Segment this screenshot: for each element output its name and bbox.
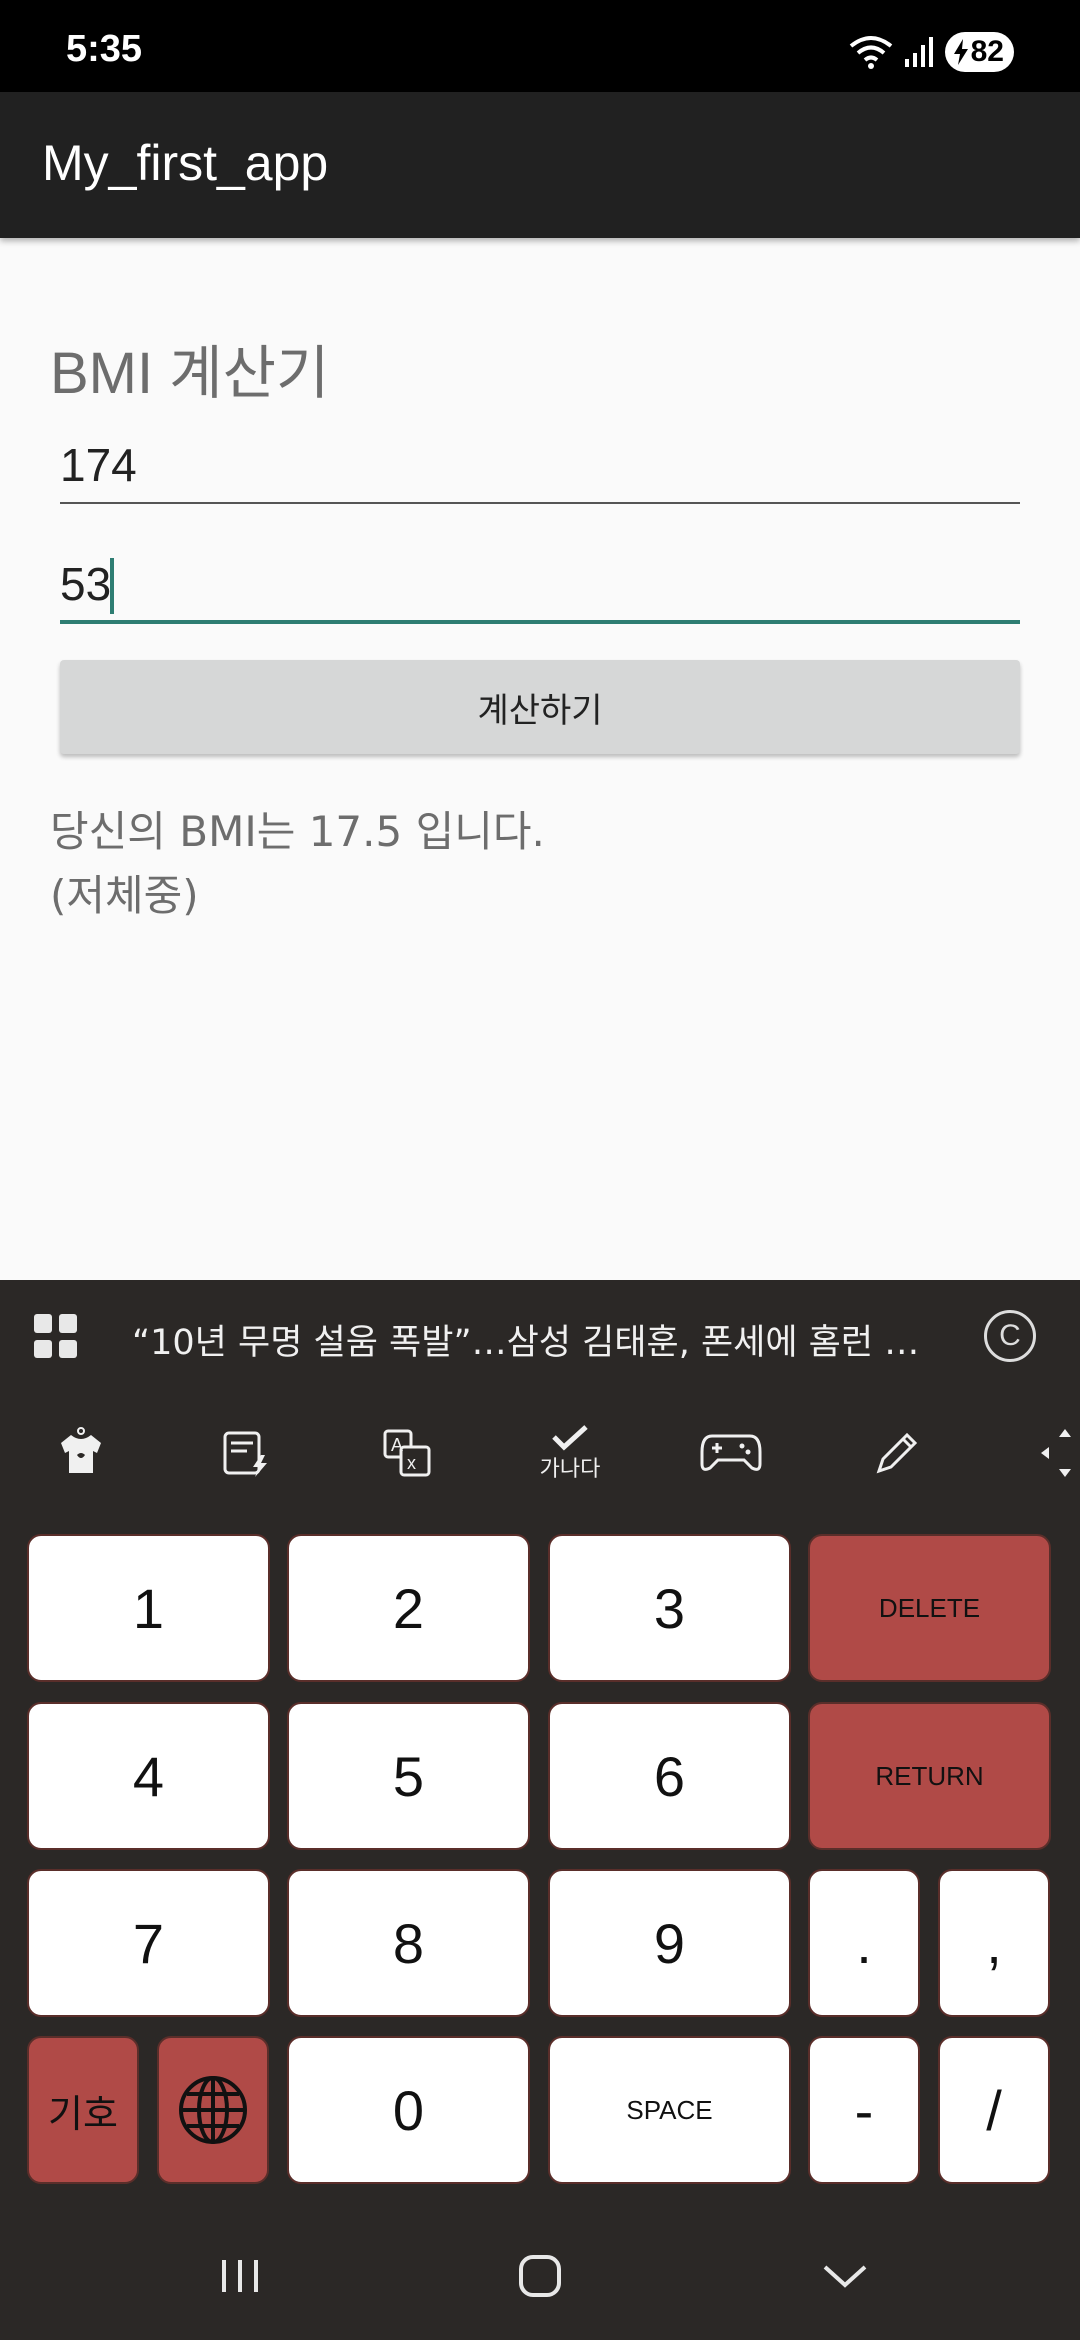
page-title: BMI 계산기 [50, 341, 330, 406]
key-3[interactable]: 3 [548, 1534, 791, 1682]
handwriting-pen-icon[interactable] [862, 1418, 932, 1488]
key-9[interactable]: 9 [548, 1869, 791, 2017]
delete-key[interactable]: DELETE [808, 1534, 1051, 1682]
recent-apps-button[interactable] [210, 2246, 270, 2306]
key-0[interactable]: 0 [287, 2036, 530, 2184]
spellcheck-icon[interactable]: 가나다 [532, 1418, 608, 1488]
status-bar: 5:35 82 [0, 0, 1080, 92]
key-8[interactable]: 8 [287, 1869, 530, 2017]
theme-shirt-icon[interactable] [46, 1418, 116, 1488]
text-cursor [110, 558, 114, 614]
battery-level: 82 [970, 35, 1004, 68]
slash-key[interactable]: / [938, 2036, 1050, 2184]
status-icons: 82 [849, 30, 1014, 74]
translate-icon[interactable]: Ax [372, 1418, 442, 1488]
charging-icon [953, 39, 968, 65]
keyboard-toolbar: Ax 가나다 [0, 1394, 1080, 1524]
comma-key[interactable]: , [938, 1869, 1050, 2017]
navigation-bar [0, 2216, 1080, 2340]
bmi-result: 당신의 BMI는 17.5 입니다. (저체중) [50, 800, 545, 928]
calculate-button[interactable]: 계산하기 [60, 660, 1020, 754]
language-key[interactable] [157, 2036, 269, 2184]
home-button[interactable] [510, 2246, 570, 2306]
chevron-down-icon [823, 2265, 867, 2288]
battery-indicator: 82 [944, 32, 1014, 72]
key-6[interactable]: 6 [548, 1702, 791, 1850]
globe-icon [179, 2076, 247, 2144]
copyright-icon[interactable]: C [984, 1310, 1036, 1362]
key-1[interactable]: 1 [27, 1534, 270, 1682]
height-field[interactable] [60, 428, 1020, 504]
key-7[interactable]: 7 [27, 1869, 270, 2017]
app-title: My_first_app [42, 135, 329, 191]
bmi-result-category: (저체중) [50, 871, 199, 920]
svg-text:A: A [391, 1435, 403, 1455]
weight-field[interactable] [60, 548, 1020, 624]
height-input[interactable] [60, 428, 1020, 502]
game-mode-icon[interactable] [696, 1418, 766, 1488]
home-icon [519, 2255, 561, 2297]
key-2[interactable]: 2 [287, 1534, 530, 1682]
bmi-result-value: 당신의 BMI는 17.5 입니다. [50, 807, 545, 856]
hide-keyboard-button[interactable] [815, 2246, 875, 2306]
keyboard: “10년 무명 설움 폭발”…삼성 김태훈, 폰세에 홈런 … C Ax 가나다… [0, 1280, 1080, 2340]
period-key[interactable]: . [808, 1869, 920, 2017]
key-4[interactable]: 4 [27, 1702, 270, 1850]
recent-apps-icon [222, 2260, 258, 2292]
apps-grid-icon[interactable] [34, 1314, 78, 1358]
space-key[interactable]: SPACE [548, 2036, 791, 2184]
smart-edit-icon[interactable] [210, 1418, 280, 1488]
signal-icon [904, 37, 933, 67]
status-time: 5:35 [66, 28, 143, 70]
return-key[interactable]: RETURN [808, 1702, 1051, 1850]
news-bar[interactable]: “10년 무명 설움 폭발”…삼성 김태훈, 폰세에 홈런 … C [0, 1280, 1080, 1394]
svg-text:x: x [407, 1453, 416, 1473]
key-5[interactable]: 5 [287, 1702, 530, 1850]
spellcheck-label: 가나다 [539, 1457, 601, 1482]
app-bar: My_first_app [0, 92, 1080, 238]
news-headline[interactable]: “10년 무명 설움 폭발”…삼성 김태훈, 폰세에 홈런 … [132, 1314, 932, 1365]
weight-input[interactable] [60, 548, 1020, 620]
resize-handle-icon[interactable] [1030, 1418, 1080, 1488]
symbol-key[interactable]: 기호 [27, 2036, 139, 2184]
dash-key[interactable]: - [808, 2036, 920, 2184]
wifi-icon [849, 36, 892, 69]
